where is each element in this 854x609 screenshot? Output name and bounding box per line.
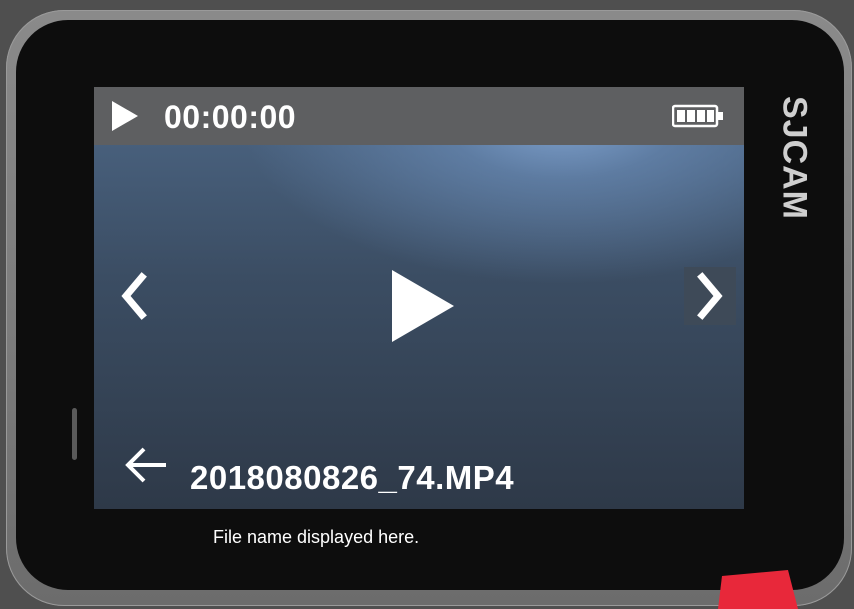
- chevron-left-icon: [121, 272, 147, 320]
- previous-file-button[interactable]: [110, 267, 158, 325]
- recording-timer: 00:00:00: [164, 99, 297, 135]
- chevron-right-icon: [697, 272, 723, 320]
- arrow-left-icon: [125, 447, 166, 483]
- back-button[interactable]: [122, 445, 170, 485]
- brand-logo: SJCAM: [772, 88, 816, 228]
- camera-screen: 00:00:00 2018080826_74.MP4: [94, 87, 744, 509]
- play-icon: [112, 101, 138, 131]
- file-name-caption: File name displayed here.: [213, 527, 420, 547]
- next-file-button[interactable]: [684, 267, 736, 325]
- file-name-label: 2018080826_74.MP4: [190, 459, 515, 496]
- side-slot: [72, 408, 77, 460]
- status-bar: 00:00:00: [94, 87, 744, 145]
- battery-full-icon: [672, 104, 723, 128]
- annotation-arrow: [718, 570, 798, 609]
- play-button[interactable]: [392, 270, 454, 342]
- brand-logo-text: SJCAM: [775, 95, 814, 221]
